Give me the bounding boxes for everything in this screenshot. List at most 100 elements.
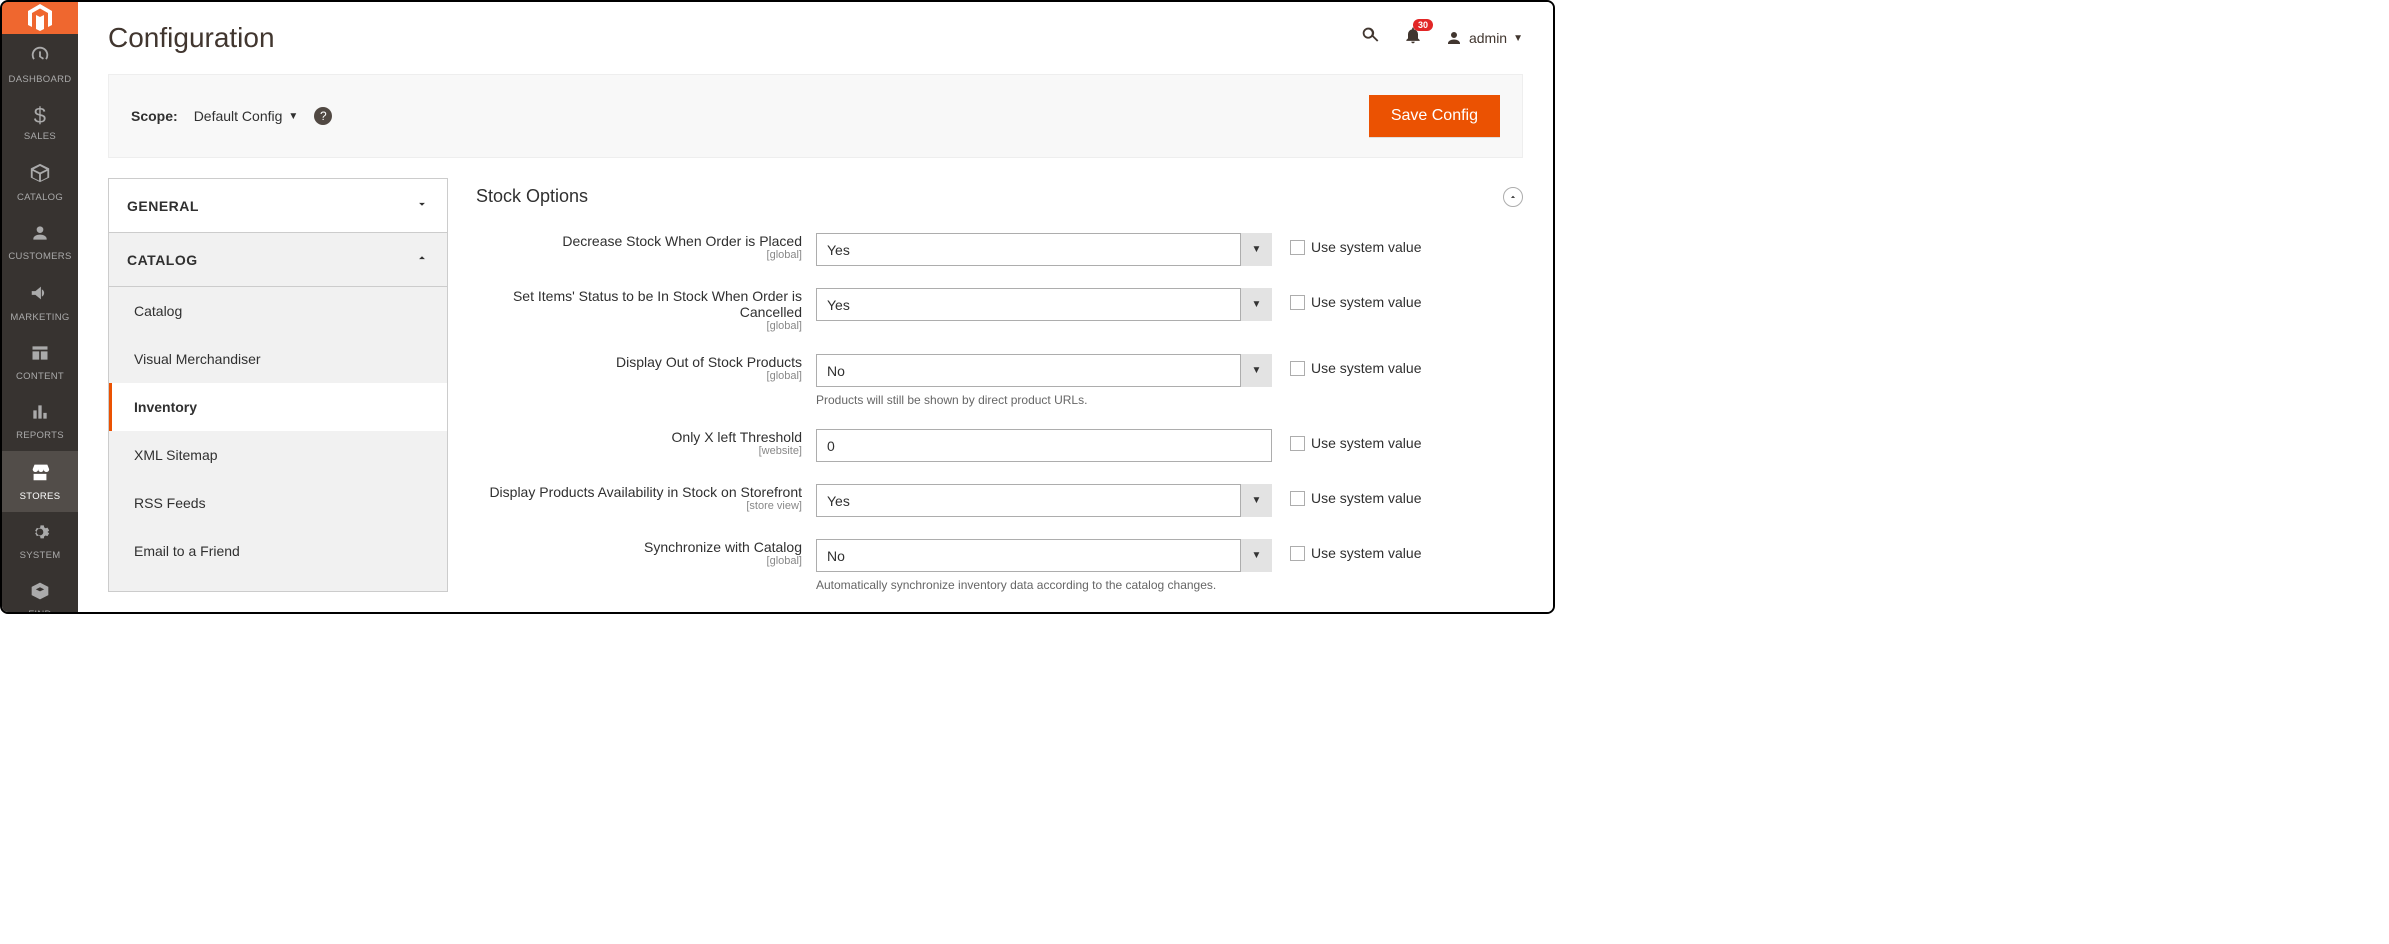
field-text-input[interactable]	[816, 429, 1272, 462]
fieldset-title: Stock Options	[476, 186, 588, 207]
use-system-value: Use system value	[1272, 539, 1421, 561]
use-system-checkbox[interactable]	[1290, 436, 1305, 451]
field-note: Products will still be shown by direct p…	[816, 393, 1272, 407]
tab-rss-feeds[interactable]: RSS Feeds	[109, 479, 447, 527]
nav-label: CATALOG	[17, 192, 63, 203]
use-system-value: Use system value	[1272, 288, 1421, 310]
admin-username: admin	[1469, 30, 1507, 46]
field-input: Yes▼	[816, 288, 1272, 321]
tab-visual-merchandiser[interactable]: Visual Merchandiser	[109, 335, 447, 383]
search-icon[interactable]	[1359, 24, 1381, 52]
config-tabs: GENERAL CATALOG Catalog Visual Merchandi…	[108, 178, 448, 592]
magento-logo[interactable]	[2, 2, 78, 34]
tab-email-to-friend[interactable]: Email to a Friend	[109, 527, 447, 575]
nav-label: STORES	[20, 491, 61, 502]
nav-dashboard[interactable]: DASHBOARD	[2, 34, 78, 95]
use-system-checkbox[interactable]	[1290, 295, 1305, 310]
tab-catalog[interactable]: Catalog	[109, 287, 447, 335]
dashboard-icon	[29, 44, 51, 70]
nav-marketing[interactable]: MARKETING	[2, 272, 78, 333]
nav-catalog[interactable]: CATALOG	[2, 152, 78, 213]
layout-icon	[30, 343, 50, 367]
field-select[interactable]: Yes	[816, 233, 1272, 266]
nav-label: CONTENT	[16, 371, 64, 382]
save-config-button[interactable]: Save Config	[1369, 95, 1500, 137]
use-system-label: Use system value	[1311, 294, 1421, 310]
use-system-label: Use system value	[1311, 545, 1421, 561]
box-icon	[29, 162, 51, 188]
tab-label: Email to a Friend	[134, 543, 240, 559]
field-label: Display Out of Stock Products[global]	[476, 354, 816, 382]
tab-inventory[interactable]: Inventory	[109, 383, 447, 431]
nav-label: DASHBOARD	[9, 74, 72, 85]
nav-stores[interactable]: STORES	[2, 451, 78, 512]
nav-reports[interactable]: REPORTS	[2, 392, 78, 451]
link-icon	[30, 581, 50, 605]
field-input: Yes▼	[816, 484, 1272, 517]
page-title: Configuration	[108, 22, 275, 54]
field-select[interactable]: Yes	[816, 288, 1272, 321]
use-system-label: Use system value	[1311, 239, 1421, 255]
nav-label: MARKETING	[10, 312, 69, 323]
form-panel: Stock Options Decrease Stock When Order …	[476, 178, 1523, 592]
use-system-value: Use system value	[1272, 233, 1421, 255]
field-select[interactable]: No	[816, 539, 1272, 572]
person-icon	[30, 223, 50, 247]
nav-content[interactable]: CONTENT	[2, 333, 78, 392]
nav-label: REPORTS	[16, 430, 64, 441]
tab-section-catalog[interactable]: CATALOG	[109, 233, 447, 287]
gear-icon	[30, 522, 50, 546]
user-icon	[1445, 29, 1463, 47]
store-icon	[29, 461, 51, 487]
section-label: CATALOG	[127, 252, 198, 268]
tab-xml-sitemap[interactable]: XML Sitemap	[109, 431, 447, 479]
nav-find-partners[interactable]: FIND PARTNERS	[2, 571, 78, 614]
admin-nav: DASHBOARD $ SALES CATALOG CUSTOMERS MARK…	[2, 2, 78, 612]
use-system-label: Use system value	[1311, 490, 1421, 506]
field-label: Only X left Threshold[website]	[476, 429, 816, 457]
chevron-down-icon: ▼	[288, 111, 298, 122]
dollar-icon: $	[34, 105, 47, 127]
field-input: No▼Automatically synchronize inventory d…	[816, 539, 1272, 592]
use-system-label: Use system value	[1311, 435, 1421, 451]
field-select[interactable]: Yes	[816, 484, 1272, 517]
chevron-up-icon	[415, 251, 429, 268]
scope-selector[interactable]: Default Config ▼	[194, 108, 299, 124]
field-select[interactable]: No	[816, 354, 1272, 387]
nav-label: CUSTOMERS	[8, 251, 71, 262]
nav-customers[interactable]: CUSTOMERS	[2, 213, 78, 272]
field-row: Set Items' Status to be In Stock When Or…	[476, 288, 1523, 332]
use-system-checkbox[interactable]	[1290, 491, 1305, 506]
field-input: Yes▼	[816, 233, 1272, 266]
use-system-value: Use system value	[1272, 354, 1421, 376]
megaphone-icon	[29, 282, 51, 308]
scope-label: Scope:	[131, 108, 178, 124]
tab-label: Visual Merchandiser	[134, 351, 261, 367]
notification-count: 30	[1413, 19, 1433, 31]
collapse-icon[interactable]	[1503, 187, 1523, 207]
field-row: Only X left Threshold[website] Use system…	[476, 429, 1523, 462]
main-content: Configuration 30 admin ▼ Scope:	[78, 2, 1553, 612]
fieldset-header[interactable]: Stock Options	[476, 178, 1523, 233]
section-label: GENERAL	[127, 198, 199, 214]
tab-label: Inventory	[134, 399, 197, 415]
tab-section-general[interactable]: GENERAL	[109, 179, 447, 233]
magento-logo-icon	[24, 2, 56, 34]
help-icon[interactable]: ?	[314, 107, 332, 125]
use-system-checkbox[interactable]	[1290, 240, 1305, 255]
field-row: Display Products Availability in Stock o…	[476, 484, 1523, 517]
use-system-label: Use system value	[1311, 360, 1421, 376]
use-system-checkbox[interactable]	[1290, 546, 1305, 561]
admin-user-menu[interactable]: admin ▼	[1445, 29, 1523, 47]
bar-chart-icon	[30, 402, 50, 426]
field-label: Decrease Stock When Order is Placed[glob…	[476, 233, 816, 261]
field-row: Display Out of Stock Products[global]No▼…	[476, 354, 1523, 407]
field-row: Synchronize with Catalog[global]No▼Autom…	[476, 539, 1523, 592]
tab-label: XML Sitemap	[134, 447, 218, 463]
use-system-checkbox[interactable]	[1290, 361, 1305, 376]
notification-bell-icon[interactable]: 30	[1403, 25, 1423, 51]
field-input	[816, 429, 1272, 462]
nav-sales[interactable]: $ SALES	[2, 95, 78, 152]
nav-system[interactable]: SYSTEM	[2, 512, 78, 571]
nav-label: FIND PARTNERS	[4, 609, 76, 614]
